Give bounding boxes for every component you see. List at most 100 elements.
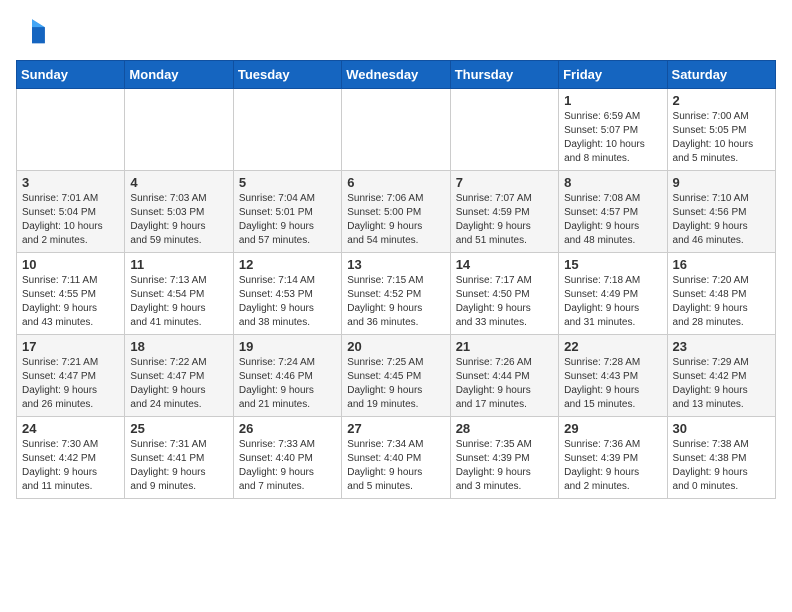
day-info: Sunrise: 7:11 AM Sunset: 4:55 PM Dayligh… xyxy=(22,274,119,330)
calendar-cell: 26Sunrise: 7:33 AM Sunset: 4:40 PM Dayli… xyxy=(233,417,341,499)
day-number: 16 xyxy=(673,257,770,272)
day-header-thursday: Thursday xyxy=(450,61,558,89)
calendar-week-1: 1 Sunrise: 6:59 AM Sunset: 5:07 PM Daylig… xyxy=(17,89,776,171)
day-number: 2 xyxy=(673,93,770,108)
day-info: Sunrise: 7:17 AM Sunset: 4:50 PM Dayligh… xyxy=(456,274,553,330)
day-number: 30 xyxy=(673,421,770,436)
day-number: 15 xyxy=(564,257,661,272)
day-number: 26 xyxy=(239,421,336,436)
calendar-cell: 23 Sunrise: 7:29 AM Sunset: 4:42 PM Dayli… xyxy=(667,335,775,417)
day-number: 19 xyxy=(239,339,336,354)
page-header xyxy=(16,16,776,48)
calendar-week-4: 17Sunrise: 7:21 AM Sunset: 4:47 PM Dayli… xyxy=(17,335,776,417)
logo xyxy=(16,16,52,48)
calendar-cell: 22 Sunrise: 7:28 AM Sunset: 4:43 PM Dayli… xyxy=(559,335,667,417)
day-number: 23 xyxy=(673,339,770,354)
calendar-cell: 17Sunrise: 7:21 AM Sunset: 4:47 PM Dayli… xyxy=(17,335,125,417)
calendar-header-row: SundayMondayTuesdayWednesdayThursdayFrid… xyxy=(17,61,776,89)
day-number: 21 xyxy=(456,339,553,354)
day-info: Sunrise: 7:29 AM Sunset: 4:42 PM Dayligh… xyxy=(673,356,770,412)
calendar-cell: 29 Sunrise: 7:36 AM Sunset: 4:39 PM Dayli… xyxy=(559,417,667,499)
calendar-cell: 20 Sunrise: 7:25 AM Sunset: 4:45 PM Dayli… xyxy=(342,335,450,417)
day-number: 27 xyxy=(347,421,444,436)
calendar-cell: 25 Sunrise: 7:31 AM Sunset: 4:41 PM Dayli… xyxy=(125,417,233,499)
day-info: Sunrise: 7:21 AM Sunset: 4:47 PM Dayligh… xyxy=(22,356,119,412)
calendar-cell: 21 Sunrise: 7:26 AM Sunset: 4:44 PM Dayli… xyxy=(450,335,558,417)
calendar-cell: 11 Sunrise: 7:13 AM Sunset: 4:54 PM Dayli… xyxy=(125,253,233,335)
day-number: 7 xyxy=(456,175,553,190)
calendar-cell: 28 Sunrise: 7:35 AM Sunset: 4:39 PM Dayli… xyxy=(450,417,558,499)
calendar-cell: 24 Sunrise: 7:30 AM Sunset: 4:42 PM Dayli… xyxy=(17,417,125,499)
day-number: 4 xyxy=(130,175,227,190)
day-info: Sunrise: 7:00 AM Sunset: 5:05 PM Dayligh… xyxy=(673,110,770,166)
day-number: 9 xyxy=(673,175,770,190)
calendar-cell: 27 Sunrise: 7:34 AM Sunset: 4:40 PM Dayli… xyxy=(342,417,450,499)
calendar-cell: 15 Sunrise: 7:18 AM Sunset: 4:49 PM Dayli… xyxy=(559,253,667,335)
day-info: Sunrise: 7:35 AM Sunset: 4:39 PM Dayligh… xyxy=(456,438,553,494)
calendar-cell xyxy=(450,89,558,171)
calendar-cell: 4 Sunrise: 7:03 AM Sunset: 5:03 PM Daylig… xyxy=(125,171,233,253)
day-number: 18 xyxy=(130,339,227,354)
day-number: 29 xyxy=(564,421,661,436)
day-number: 3 xyxy=(22,175,119,190)
day-number: 24 xyxy=(22,421,119,436)
day-number: 28 xyxy=(456,421,553,436)
calendar-cell xyxy=(233,89,341,171)
day-info: Sunrise: 7:28 AM Sunset: 4:43 PM Dayligh… xyxy=(564,356,661,412)
day-header-friday: Friday xyxy=(559,61,667,89)
day-info: Sunrise: 7:24 AM Sunset: 4:46 PM Dayligh… xyxy=(239,356,336,412)
calendar-cell: 8 Sunrise: 7:08 AM Sunset: 4:57 PM Daylig… xyxy=(559,171,667,253)
calendar-cell: 1 Sunrise: 6:59 AM Sunset: 5:07 PM Daylig… xyxy=(559,89,667,171)
calendar-cell: 9 Sunrise: 7:10 AM Sunset: 4:56 PM Daylig… xyxy=(667,171,775,253)
day-header-saturday: Saturday xyxy=(667,61,775,89)
day-header-tuesday: Tuesday xyxy=(233,61,341,89)
calendar-cell: 19 Sunrise: 7:24 AM Sunset: 4:46 PM Dayli… xyxy=(233,335,341,417)
calendar-cell xyxy=(125,89,233,171)
day-info: Sunrise: 7:18 AM Sunset: 4:49 PM Dayligh… xyxy=(564,274,661,330)
day-info: Sunrise: 7:14 AM Sunset: 4:53 PM Dayligh… xyxy=(239,274,336,330)
day-header-wednesday: Wednesday xyxy=(342,61,450,89)
day-info: Sunrise: 7:22 AM Sunset: 4:47 PM Dayligh… xyxy=(130,356,227,412)
day-info: Sunrise: 7:26 AM Sunset: 4:44 PM Dayligh… xyxy=(456,356,553,412)
day-info: Sunrise: 7:03 AM Sunset: 5:03 PM Dayligh… xyxy=(130,192,227,248)
day-header-monday: Monday xyxy=(125,61,233,89)
day-number: 8 xyxy=(564,175,661,190)
day-info: Sunrise: 7:10 AM Sunset: 4:56 PM Dayligh… xyxy=(673,192,770,248)
day-info: Sunrise: 7:20 AM Sunset: 4:48 PM Dayligh… xyxy=(673,274,770,330)
calendar-cell: 16 Sunrise: 7:20 AM Sunset: 4:48 PM Dayli… xyxy=(667,253,775,335)
day-info: Sunrise: 7:38 AM Sunset: 4:38 PM Dayligh… xyxy=(673,438,770,494)
day-header-sunday: Sunday xyxy=(17,61,125,89)
calendar-table: SundayMondayTuesdayWednesdayThursdayFrid… xyxy=(16,60,776,499)
day-info: Sunrise: 7:15 AM Sunset: 4:52 PM Dayligh… xyxy=(347,274,444,330)
day-info: Sunrise: 7:25 AM Sunset: 4:45 PM Dayligh… xyxy=(347,356,444,412)
day-info: Sunrise: 7:07 AM Sunset: 4:59 PM Dayligh… xyxy=(456,192,553,248)
day-info: Sunrise: 6:59 AM Sunset: 5:07 PM Dayligh… xyxy=(564,110,661,166)
day-number: 13 xyxy=(347,257,444,272)
calendar-cell xyxy=(342,89,450,171)
day-info: Sunrise: 7:30 AM Sunset: 4:42 PM Dayligh… xyxy=(22,438,119,494)
day-info: Sunrise: 7:01 AM Sunset: 5:04 PM Dayligh… xyxy=(22,192,119,248)
calendar-week-3: 10Sunrise: 7:11 AM Sunset: 4:55 PM Dayli… xyxy=(17,253,776,335)
day-number: 1 xyxy=(564,93,661,108)
day-info: Sunrise: 7:36 AM Sunset: 4:39 PM Dayligh… xyxy=(564,438,661,494)
day-info: Sunrise: 7:34 AM Sunset: 4:40 PM Dayligh… xyxy=(347,438,444,494)
day-number: 6 xyxy=(347,175,444,190)
calendar-week-2: 3 Sunrise: 7:01 AM Sunset: 5:04 PM Daylig… xyxy=(17,171,776,253)
day-number: 20 xyxy=(347,339,444,354)
calendar-week-5: 24 Sunrise: 7:30 AM Sunset: 4:42 PM Dayli… xyxy=(17,417,776,499)
calendar-cell: 3 Sunrise: 7:01 AM Sunset: 5:04 PM Daylig… xyxy=(17,171,125,253)
day-number: 12 xyxy=(239,257,336,272)
calendar-cell: 14Sunrise: 7:17 AM Sunset: 4:50 PM Dayli… xyxy=(450,253,558,335)
day-info: Sunrise: 7:13 AM Sunset: 4:54 PM Dayligh… xyxy=(130,274,227,330)
day-info: Sunrise: 7:08 AM Sunset: 4:57 PM Dayligh… xyxy=(564,192,661,248)
calendar-cell: 12 Sunrise: 7:14 AM Sunset: 4:53 PM Dayli… xyxy=(233,253,341,335)
calendar-cell: 7 Sunrise: 7:07 AM Sunset: 4:59 PM Daylig… xyxy=(450,171,558,253)
day-info: Sunrise: 7:31 AM Sunset: 4:41 PM Dayligh… xyxy=(130,438,227,494)
day-number: 25 xyxy=(130,421,227,436)
calendar-cell: 18 Sunrise: 7:22 AM Sunset: 4:47 PM Dayli… xyxy=(125,335,233,417)
day-number: 22 xyxy=(564,339,661,354)
day-number: 11 xyxy=(130,257,227,272)
day-info: Sunrise: 7:06 AM Sunset: 5:00 PM Dayligh… xyxy=(347,192,444,248)
calendar-cell: 2 Sunrise: 7:00 AM Sunset: 5:05 PM Daylig… xyxy=(667,89,775,171)
calendar-cell: 6 Sunrise: 7:06 AM Sunset: 5:00 PM Daylig… xyxy=(342,171,450,253)
